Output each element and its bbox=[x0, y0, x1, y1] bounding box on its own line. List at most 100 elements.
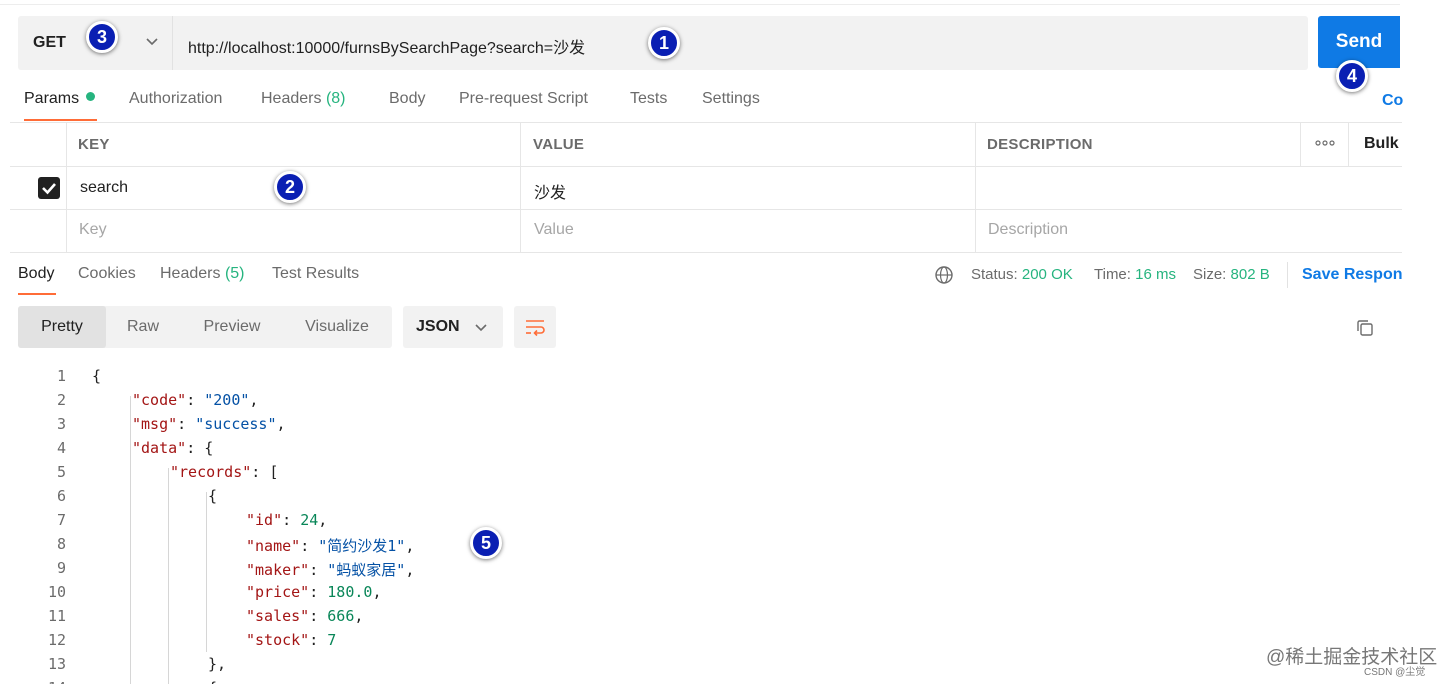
request-tabs: Params Authorization Headers (8) Body Pr… bbox=[24, 90, 1404, 122]
tab-pre-request-script[interactable]: Pre-request Script bbox=[459, 90, 588, 108]
save-response-button[interactable]: Save Respon bbox=[1302, 266, 1402, 284]
method-divider bbox=[172, 16, 173, 70]
line-number: 3 bbox=[56, 415, 66, 433]
wrap-lines-icon bbox=[526, 320, 545, 337]
tab-tests[interactable]: Tests bbox=[630, 90, 667, 108]
response-body-viewer[interactable]: 1 2 3 4 5 6 7 8 9 10 11 12 13 14 { "code… bbox=[0, 362, 1400, 684]
indent-guide bbox=[168, 468, 169, 684]
column-header-description: DESCRIPTION bbox=[987, 136, 1093, 153]
tab-params[interactable]: Params bbox=[24, 90, 96, 108]
line-number: 8 bbox=[56, 535, 66, 553]
line-number: 6 bbox=[56, 487, 66, 505]
code-line: { bbox=[208, 487, 218, 505]
table-column-divider bbox=[520, 122, 521, 252]
line-number: 1 bbox=[56, 367, 66, 385]
json-key: "data" bbox=[132, 439, 187, 457]
line-number: 10 bbox=[47, 583, 66, 601]
code-line: "data": { bbox=[132, 439, 214, 457]
view-pretty-button[interactable]: Pretty bbox=[18, 306, 106, 348]
view-raw-button[interactable]: Raw bbox=[110, 306, 176, 348]
line-number: 2 bbox=[56, 391, 66, 409]
json-value: 180.0 bbox=[327, 583, 373, 601]
code-line: "msg": "success", bbox=[132, 415, 286, 433]
status-value: 200 OK bbox=[1021, 266, 1073, 283]
view-preview-button[interactable]: Preview bbox=[186, 306, 278, 348]
line-number: 13 bbox=[47, 655, 66, 673]
json-key: "stock" bbox=[246, 631, 310, 649]
time-value: 16 ms bbox=[1135, 266, 1176, 283]
line-number: 5 bbox=[56, 463, 66, 481]
time-label: Time: bbox=[1094, 266, 1131, 283]
json-key: "msg" bbox=[132, 415, 178, 433]
table-column-divider bbox=[66, 122, 67, 252]
status-readout: Status: 200 OK bbox=[971, 266, 1073, 283]
cookies-link[interactable]: Co bbox=[1382, 92, 1403, 110]
annotation-badge-3: 3 bbox=[86, 21, 118, 53]
json-value: 24 bbox=[300, 511, 319, 529]
table-border bbox=[10, 252, 1402, 253]
param-key-cell[interactable]: search bbox=[80, 179, 128, 197]
json-value: "蚂蚁家居" bbox=[327, 561, 406, 579]
json-key: "maker" bbox=[246, 561, 310, 579]
tab-params-label: Params bbox=[24, 90, 80, 107]
table-border bbox=[10, 122, 1402, 123]
check-icon bbox=[42, 183, 56, 195]
params-active-dot bbox=[86, 92, 96, 101]
json-key: "sales" bbox=[246, 607, 310, 625]
json-key: "code" bbox=[132, 391, 187, 409]
new-value-input[interactable]: Value bbox=[534, 221, 574, 239]
response-tab-headers-count: (5) bbox=[224, 265, 245, 282]
tab-settings[interactable]: Settings bbox=[702, 90, 760, 108]
url-input[interactable]: http://localhost:10000/furnsBySearchPage… bbox=[188, 34, 585, 58]
json-key: "name" bbox=[246, 537, 301, 555]
wrap-lines-button[interactable] bbox=[514, 306, 556, 348]
chevron-down-icon bbox=[475, 324, 487, 332]
json-value: "简约沙发1" bbox=[318, 537, 406, 555]
param-value-cell[interactable]: 沙发 bbox=[534, 179, 566, 203]
json-key: "records" bbox=[170, 463, 252, 481]
column-header-key: KEY bbox=[78, 136, 110, 153]
size-readout: Size: 802 B bbox=[1193, 266, 1270, 283]
line-number: 12 bbox=[47, 631, 66, 649]
tab-headers[interactable]: Headers (8) bbox=[261, 90, 346, 108]
code-line: "stock": 7 bbox=[246, 631, 337, 649]
send-button[interactable]: Send bbox=[1318, 16, 1400, 68]
indent-guide bbox=[130, 396, 131, 684]
table-column-divider bbox=[1348, 122, 1349, 166]
format-select[interactable]: JSON bbox=[403, 306, 503, 348]
json-value: "200" bbox=[204, 391, 250, 409]
response-tab-headers[interactable]: Headers (5) bbox=[160, 265, 245, 283]
tab-authorization[interactable]: Authorization bbox=[129, 90, 222, 108]
response-tab-body[interactable]: Body bbox=[18, 265, 54, 283]
annotation-badge-5: 5 bbox=[470, 527, 502, 559]
method-label: GET bbox=[33, 34, 66, 51]
watermark-sub: CSDN @尘觉 bbox=[1364, 667, 1426, 678]
tab-body[interactable]: Body bbox=[389, 90, 425, 108]
table-column-divider bbox=[975, 122, 976, 252]
copy-icon[interactable] bbox=[1354, 317, 1376, 339]
bulk-edit-button[interactable]: Bulk bbox=[1364, 135, 1399, 153]
new-description-input[interactable]: Description bbox=[988, 221, 1068, 239]
more-options-icon[interactable] bbox=[1315, 138, 1335, 148]
response-tab-cookies[interactable]: Cookies bbox=[78, 265, 136, 283]
time-readout: Time: 16 ms bbox=[1094, 266, 1176, 283]
response-tab-test-results[interactable]: Test Results bbox=[272, 265, 359, 283]
top-divider bbox=[0, 4, 1400, 5]
response-tab-headers-label: Headers bbox=[160, 265, 221, 282]
annotation-badge-1: 1 bbox=[648, 27, 680, 59]
line-number: 7 bbox=[56, 511, 66, 529]
param-enabled-checkbox[interactable] bbox=[38, 177, 60, 199]
view-visualize-button[interactable]: Visualize bbox=[288, 306, 386, 348]
tab-headers-count: (8) bbox=[325, 90, 346, 107]
code-line: }, bbox=[208, 655, 227, 673]
new-key-input[interactable]: Key bbox=[79, 221, 107, 239]
response-active-tab-underline bbox=[18, 293, 56, 295]
globe-icon[interactable] bbox=[934, 265, 954, 285]
size-value: 802 B bbox=[1230, 266, 1270, 283]
status-label: Status: bbox=[971, 266, 1018, 283]
code-line: "id": 24, bbox=[246, 511, 328, 529]
line-number: 11 bbox=[47, 607, 66, 625]
line-number: 4 bbox=[56, 439, 66, 457]
table-border bbox=[10, 209, 1402, 210]
tab-headers-label: Headers bbox=[261, 90, 322, 107]
